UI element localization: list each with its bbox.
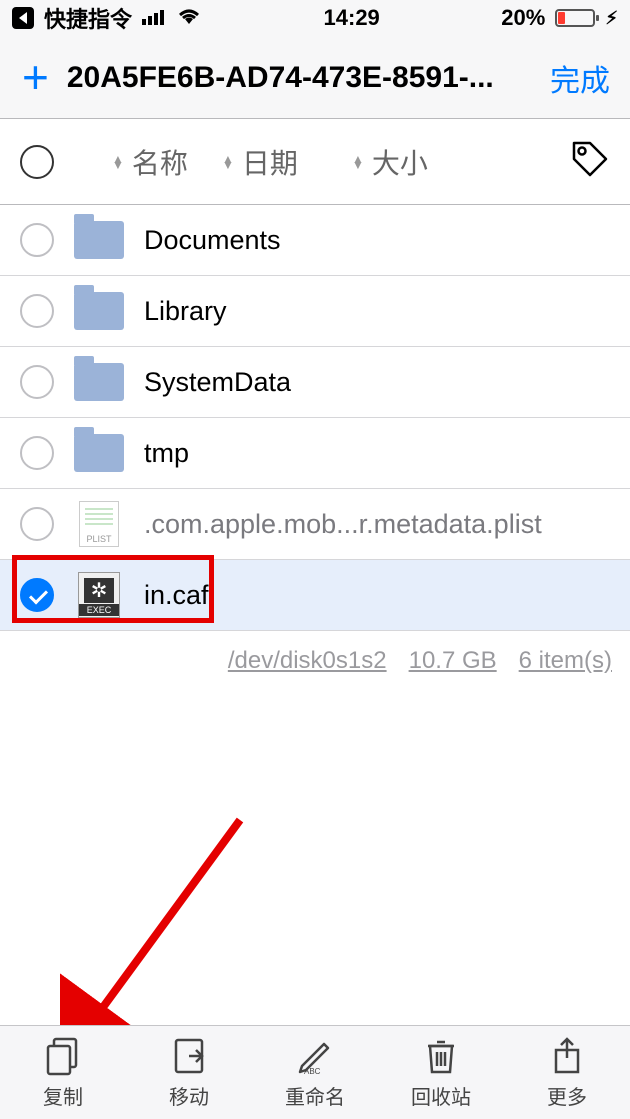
trash-icon: [425, 1035, 457, 1077]
rename-button[interactable]: ABC 重命名: [252, 1026, 378, 1119]
sort-by-name[interactable]: ▲▼ 名称: [112, 142, 222, 182]
footer-info: /dev/disk0s1s2 10.7 GB 6 item(s): [0, 631, 630, 691]
item-name: in.caf: [144, 580, 610, 611]
copy-button[interactable]: 复制: [0, 1026, 126, 1119]
page-title: 20A5FE6B-AD74-473E-8591-...: [67, 61, 532, 95]
trash-button[interactable]: 回收站: [378, 1026, 504, 1119]
add-button[interactable]: +: [22, 64, 49, 92]
item-count[interactable]: 6 item(s): [519, 647, 612, 675]
status-bar: 快捷指令 14:29 20% ⚡︎: [0, 0, 630, 36]
item-name: tmp: [144, 438, 610, 469]
charging-icon: ⚡︎: [605, 8, 618, 29]
back-app-icon[interactable]: [12, 7, 34, 29]
folder-icon: [74, 361, 124, 403]
folder-icon: [74, 290, 124, 332]
exec-file-icon: ✲: [74, 574, 124, 616]
sort-by-date[interactable]: ▲▼ 日期: [222, 142, 352, 182]
battery-icon: [555, 9, 595, 27]
more-button[interactable]: 更多: [504, 1026, 630, 1119]
list-item[interactable]: Library: [0, 276, 630, 347]
sort-by-size[interactable]: ▲▼ 大小: [352, 142, 428, 182]
list-item[interactable]: SystemData: [0, 347, 630, 418]
folder-icon: [74, 432, 124, 474]
item-name: Library: [144, 296, 610, 327]
bottom-toolbar: 复制 移动 ABC 重命名 回收站 更多: [0, 1025, 630, 1119]
list-item[interactable]: ✲ in.caf: [0, 560, 630, 631]
row-select[interactable]: [20, 223, 54, 257]
move-icon: [172, 1035, 206, 1077]
row-select[interactable]: [20, 294, 54, 328]
item-name: Documents: [144, 225, 610, 256]
plist-file-icon: [74, 503, 124, 545]
disk-path[interactable]: /dev/disk0s1s2: [228, 647, 387, 675]
row-select[interactable]: [20, 436, 54, 470]
done-button[interactable]: 完成: [550, 56, 610, 100]
item-name: .com.apple.mob...r.metadata.plist: [144, 509, 610, 540]
wifi-icon: [176, 5, 202, 31]
copy-icon: [45, 1035, 81, 1077]
signal-icon: [142, 5, 166, 31]
svg-text:ABC: ABC: [304, 1067, 321, 1076]
row-select[interactable]: [20, 578, 54, 612]
sort-arrows-icon: ▲▼: [352, 156, 364, 168]
row-select[interactable]: [20, 507, 54, 541]
disk-space[interactable]: 10.7 GB: [409, 647, 497, 675]
row-select[interactable]: [20, 365, 54, 399]
folder-icon: [74, 219, 124, 261]
rename-icon: ABC: [296, 1035, 334, 1077]
sort-arrows-icon: ▲▼: [222, 156, 234, 168]
nav-header: + 20A5FE6B-AD74-473E-8591-... 完成: [0, 36, 630, 119]
select-all-toggle[interactable]: [20, 145, 54, 179]
list-item[interactable]: tmp: [0, 418, 630, 489]
back-app-name: 快捷指令: [44, 2, 132, 34]
battery-pct: 20%: [501, 5, 545, 31]
list-item[interactable]: .com.apple.mob...r.metadata.plist: [0, 489, 630, 560]
column-header: ▲▼ 名称 ▲▼ 日期 ▲▼ 大小: [0, 119, 630, 205]
move-button[interactable]: 移动: [126, 1026, 252, 1119]
status-time: 14:29: [324, 5, 380, 31]
list-item[interactable]: Documents: [0, 205, 630, 276]
item-name: SystemData: [144, 367, 610, 398]
tag-icon[interactable]: [568, 137, 610, 186]
share-icon: [551, 1035, 583, 1077]
sort-arrows-icon: ▲▼: [112, 156, 124, 168]
